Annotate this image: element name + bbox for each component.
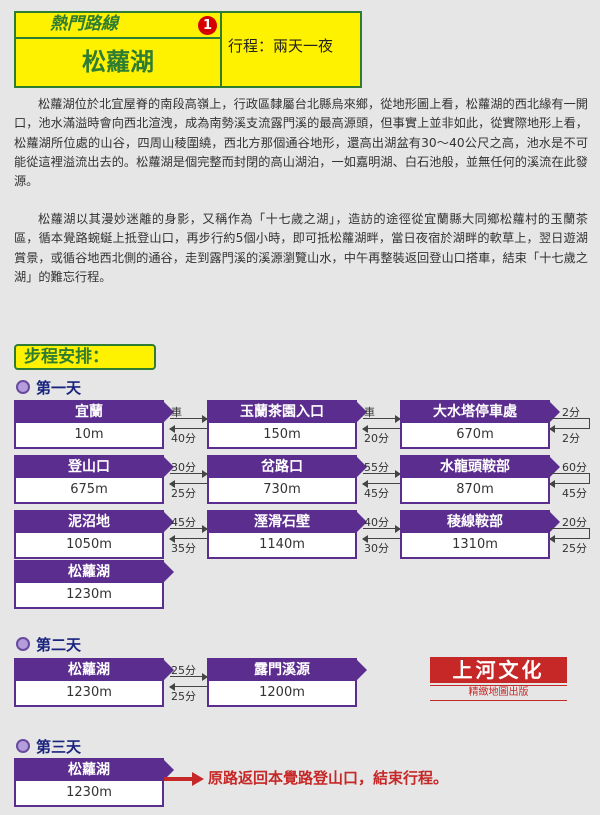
link-3: 2分 2分 [549,404,590,445]
day-2-label: 第二天 [16,634,81,655]
bullet-icon [16,637,30,651]
route-category: 熱門路線 [16,13,222,39]
stop-faucet-saddle: 水龍頭鞍部 870m [400,455,560,504]
link-1: 車 40分 [169,404,208,445]
link-day2: 25分 25分 [169,662,208,703]
schedule-heading: 步程安排： [14,344,156,370]
stop-yulan-tea-entrance: 玉蘭茶園入口 150m [207,400,367,449]
link-6: 60分 45分 [549,459,590,500]
stop-water-tower-parking: 大水塔停車處 670m [400,400,560,449]
route-number-badge: 1 [198,16,217,35]
link-9: 20分 25分 [549,514,590,555]
stop-yilan: 宜蘭 10m [14,400,174,449]
link-2: 車 20分 [362,404,401,445]
stop-songluo-lake-day3: 松蘿湖 1230m [14,758,174,807]
day-3-label: 第三天 [16,736,81,757]
stop-songluo-lake-day2: 松蘿湖 1230m [14,658,174,707]
stop-lumen-creek-source: 露門溪源 1200m [207,658,367,707]
publisher-logo: 上河文化 精緻地圖出版 [430,657,567,701]
stop-ridge-saddle: 稜線鞍部 1310m [400,510,560,559]
link-7: 45分 35分 [169,514,208,555]
link-8: 40分 30分 [362,514,401,555]
intro-paragraph-1: 松蘿湖位於北宜屋脊的南段高嶺上，行政區隸屬台北縣烏來鄉，從地形圖上看，松蘿湖的西… [14,97,588,189]
trip-length: 行程：兩天一夜 [228,37,334,55]
intro-paragraph-2: 松蘿湖以其漫妙迷離的身影，又稱作為「十七歲之湖」，造訪的途徑從宜蘭縣大同鄉松蘿村… [14,212,588,284]
link-5: 55分 45分 [362,459,401,500]
logo-subtitle: 精緻地圖出版 [430,685,567,701]
stop-trailhead: 登山口 675m [14,455,174,504]
link-4: 30分 25分 [169,459,208,500]
stop-slippery-rock-wall: 溼滑石壁 1140m [207,510,367,559]
stop-songluo-lake-day1: 松蘿湖 1230m [14,560,174,609]
day-1-label: 第一天 [16,377,81,398]
route-header: 熱門路線 1 松蘿湖 行程：兩天一夜 [14,11,362,88]
lake-name-title: 松蘿湖 [16,39,222,86]
stop-junction: 岔路口 730m [207,455,367,504]
stop-swamp: 泥沼地 1050m [14,510,174,559]
return-arrow-icon [164,772,204,786]
logo-title: 上河文化 [430,657,567,683]
return-note: 原路返回本覺路登山口，結束行程。 [208,769,449,787]
bullet-icon [16,380,30,394]
bullet-icon [16,739,30,753]
